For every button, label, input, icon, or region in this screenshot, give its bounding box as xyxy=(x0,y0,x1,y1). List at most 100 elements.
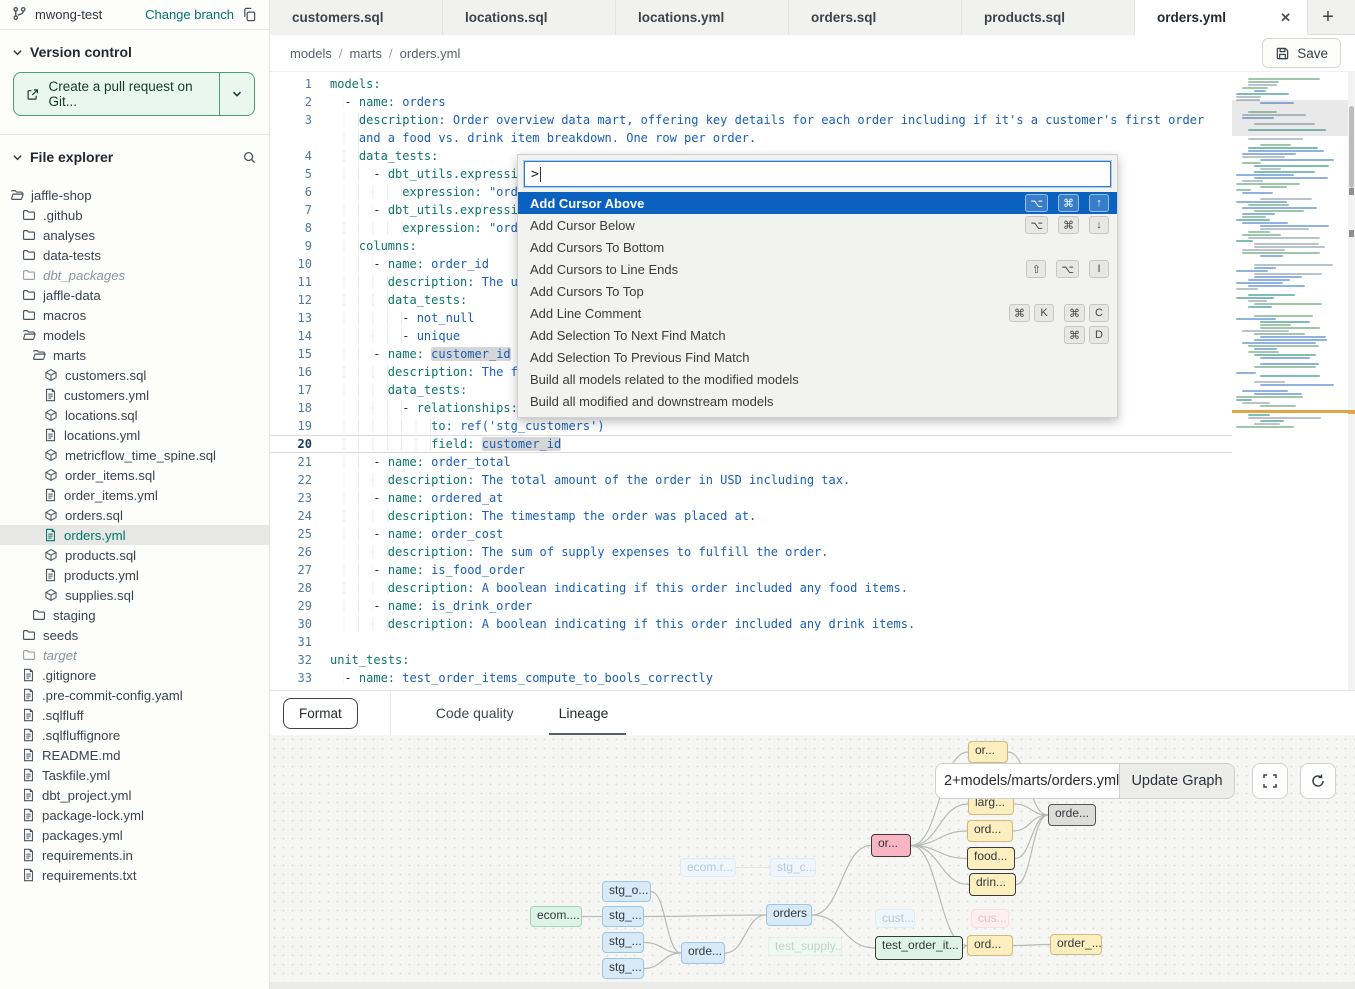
file-explorer-item-.sqlfluffignore[interactable]: .sqlfluffignore xyxy=(0,725,269,745)
code-line[interactable]: 33 - name: test_order_items_compute_to_b… xyxy=(270,669,1232,687)
save-button[interactable]: Save xyxy=(1262,38,1341,68)
file-explorer-item-models[interactable]: models xyxy=(0,325,269,345)
lineage-node-food[interactable]: food... xyxy=(967,847,1015,870)
code-line[interactable]: 31 xyxy=(270,633,1232,651)
file-explorer-item-locations.sql[interactable]: locations.sql xyxy=(0,405,269,425)
palette-item-add-selection-to-next-find-match[interactable]: Add Selection To Next Find Match⌘D xyxy=(518,324,1117,346)
palette-item-build-all-models-related-to-the-modified-models[interactable]: Build all models related to the modified… xyxy=(518,368,1117,390)
code-line[interactable]: 21 - name: order_total xyxy=(270,453,1232,471)
refresh-button[interactable] xyxy=(1300,763,1336,799)
code-line[interactable]: 20 field: customer_id xyxy=(270,435,1232,453)
code-editor[interactable]: 1models:2 - name: orders3 description: O… xyxy=(270,72,1355,690)
update-graph-button[interactable]: Update Graph xyxy=(1119,763,1235,799)
close-icon[interactable]: ✕ xyxy=(1276,9,1295,26)
code-line[interactable]: 19 to: ref('stg_customers') xyxy=(270,417,1232,435)
file-explorer-item-customers.sql[interactable]: customers.sql xyxy=(0,365,269,385)
lineage-node-drin[interactable]: drin... xyxy=(969,873,1016,896)
code-line[interactable]: 32unit_tests: xyxy=(270,651,1232,669)
file-explorer-header[interactable]: File explorer xyxy=(0,135,269,173)
lineage-node-orde_mid[interactable]: orde... xyxy=(681,942,725,964)
lineage-node-stg_3[interactable]: stg_... xyxy=(602,958,644,979)
file-explorer-item-dbt_packages[interactable]: dbt_packages xyxy=(0,265,269,285)
file-explorer-item-order_items.sql[interactable]: order_items.sql xyxy=(0,465,269,485)
file-explorer-item-requirements.in[interactable]: requirements.in xyxy=(0,845,269,865)
tab-products.sql[interactable]: products.sql xyxy=(962,0,1135,35)
lineage-node-stg_1[interactable]: stg_... xyxy=(602,906,644,927)
palette-item-add-cursor-below[interactable]: Add Cursor Below⌥⌘↓ xyxy=(518,214,1117,236)
create-pr-button[interactable]: Create a pull request on Git... xyxy=(13,72,255,116)
code-line[interactable]: 2 - name: orders xyxy=(270,93,1232,111)
breadcrumb-part[interactable]: orders.yml xyxy=(400,46,461,61)
palette-item-build-all-modified-and-downstream-models[interactable]: Build all modified and downstream models xyxy=(518,390,1117,412)
breadcrumb-part[interactable]: models xyxy=(290,46,332,61)
code-line[interactable]: 22 description: The total amount of the … xyxy=(270,471,1232,489)
new-tab-button[interactable]: + xyxy=(1308,0,1348,34)
lineage-canvas[interactable]: 2+models/marts/orders.yml+ Update Graph … xyxy=(270,735,1355,982)
code-line[interactable]: 25 - name: order_cost xyxy=(270,525,1232,543)
file-explorer-item-locations.yml[interactable]: locations.yml xyxy=(0,425,269,445)
code-line[interactable]: 29 - name: is_drink_order xyxy=(270,597,1232,615)
file-explorer-item-order_items.yml[interactable]: order_items.yml xyxy=(0,485,269,505)
lineage-node-orde_gray[interactable]: orde... xyxy=(1048,804,1096,826)
palette-item-add-cursors-to-line-ends[interactable]: Add Cursors to Line Ends⇧⌥I xyxy=(518,258,1117,280)
lineage-filter-input[interactable]: 2+models/marts/orders.yml+ xyxy=(935,763,1119,799)
lineage-node-ecom[interactable]: ecom.... xyxy=(530,906,582,927)
lineage-node-cus_f[interactable]: cus... xyxy=(971,909,1009,928)
code-line[interactable]: 28 description: A boolean indicating if … xyxy=(270,579,1232,597)
code-line[interactable]: 27 - name: is_food_order xyxy=(270,561,1232,579)
file-explorer-item-.github[interactable]: .github xyxy=(0,205,269,225)
palette-item-add-selection-to-previous-find-match[interactable]: Add Selection To Previous Find Match xyxy=(518,346,1117,368)
file-explorer-item-target[interactable]: target xyxy=(0,645,269,665)
file-explorer-item-products.yml[interactable]: products.yml xyxy=(0,565,269,585)
lineage-node-or_top[interactable]: or... xyxy=(968,741,1008,763)
lineage-node-test_order[interactable]: test_order_it... xyxy=(875,936,963,960)
lineage-node-ord_b[interactable]: ord... xyxy=(967,935,1013,956)
horizontal-scrollbar[interactable] xyxy=(270,982,1355,989)
file-explorer-item-.sqlfluff[interactable]: .sqlfluff xyxy=(0,705,269,725)
lineage-node-cust_f[interactable]: cust... xyxy=(875,909,915,928)
file-explorer-item-Taskfile.yml[interactable]: Taskfile.yml xyxy=(0,765,269,785)
tab-locations.sql[interactable]: locations.sql xyxy=(443,0,616,35)
code-line[interactable]: 30 description: A boolean indicating if … xyxy=(270,615,1232,633)
file-explorer-item-marts[interactable]: marts xyxy=(0,345,269,365)
file-explorer-item-dbt_project.yml[interactable]: dbt_project.yml xyxy=(0,785,269,805)
file-explorer-item-README.md[interactable]: README.md xyxy=(0,745,269,765)
editor-scrollbar[interactable] xyxy=(1348,72,1355,690)
code-line[interactable]: 1models: xyxy=(270,75,1232,93)
lineage-node-orders[interactable]: orders xyxy=(766,904,812,926)
palette-item-add-cursors-to-bottom[interactable]: Add Cursors To Bottom xyxy=(518,236,1117,258)
minimap-viewport[interactable] xyxy=(1232,100,1348,136)
tab-orders.sql[interactable]: orders.sql xyxy=(789,0,962,35)
change-branch-link[interactable]: Change branch xyxy=(145,7,234,22)
code-line[interactable]: 26 description: The sum of supply expens… xyxy=(270,543,1232,561)
lineage-node-or_pink[interactable]: or... xyxy=(871,834,911,857)
file-explorer-item-products.sql[interactable]: products.sql xyxy=(0,545,269,565)
lineage-node-ecom_r_f[interactable]: ecom.r... xyxy=(680,858,736,877)
fullscreen-button[interactable] xyxy=(1252,763,1288,799)
file-explorer-item-staging[interactable]: staging xyxy=(0,605,269,625)
palette-item-add-cursor-above[interactable]: Add Cursor Above⌥⌘↑ xyxy=(518,192,1117,214)
file-explorer-item-jaffle-shop[interactable]: jaffle-shop xyxy=(0,185,269,205)
format-button[interactable]: Format xyxy=(283,698,358,729)
file-explorer-item-.gitignore[interactable]: .gitignore xyxy=(0,665,269,685)
lineage-node-ord_a[interactable]: ord... xyxy=(967,820,1013,842)
file-explorer-item-supplies.sql[interactable]: supplies.sql xyxy=(0,585,269,605)
tab-locations.yml[interactable]: locations.yml xyxy=(616,0,789,35)
file-explorer-item-seeds[interactable]: seeds xyxy=(0,625,269,645)
lineage-node-stg_c_f[interactable]: stg_c... xyxy=(770,858,816,877)
file-explorer-item-requirements.txt[interactable]: requirements.txt xyxy=(0,865,269,885)
code-line[interactable]: 24 description: The timestamp the order … xyxy=(270,507,1232,525)
code-line[interactable]: and a food vs. drink item breakdown. One… xyxy=(270,129,1232,147)
breadcrumb-part[interactable]: marts xyxy=(350,46,383,61)
code-line[interactable]: 23 - name: ordered_at xyxy=(270,489,1232,507)
pr-dropdown-caret[interactable] xyxy=(220,73,254,115)
file-explorer-item-packages.yml[interactable]: packages.yml xyxy=(0,825,269,845)
lineage-node-stg_o[interactable]: stg_o... xyxy=(602,881,651,902)
palette-item-add-line-comment[interactable]: Add Line Comment⌘K⌘C xyxy=(518,302,1117,324)
lineage-node-test_supply_f[interactable]: test_supply... xyxy=(768,937,842,956)
version-control-header[interactable]: Version control xyxy=(0,30,269,68)
file-explorer-item-.pre-commit-config.yaml[interactable]: .pre-commit-config.yaml xyxy=(0,685,269,705)
tab-orders.yml[interactable]: orders.yml✕ xyxy=(1135,0,1308,35)
bottom-tab-lineage[interactable]: Lineage xyxy=(559,691,609,736)
file-explorer-item-metricflow_time_spine.sql[interactable]: metricflow_time_spine.sql xyxy=(0,445,269,465)
